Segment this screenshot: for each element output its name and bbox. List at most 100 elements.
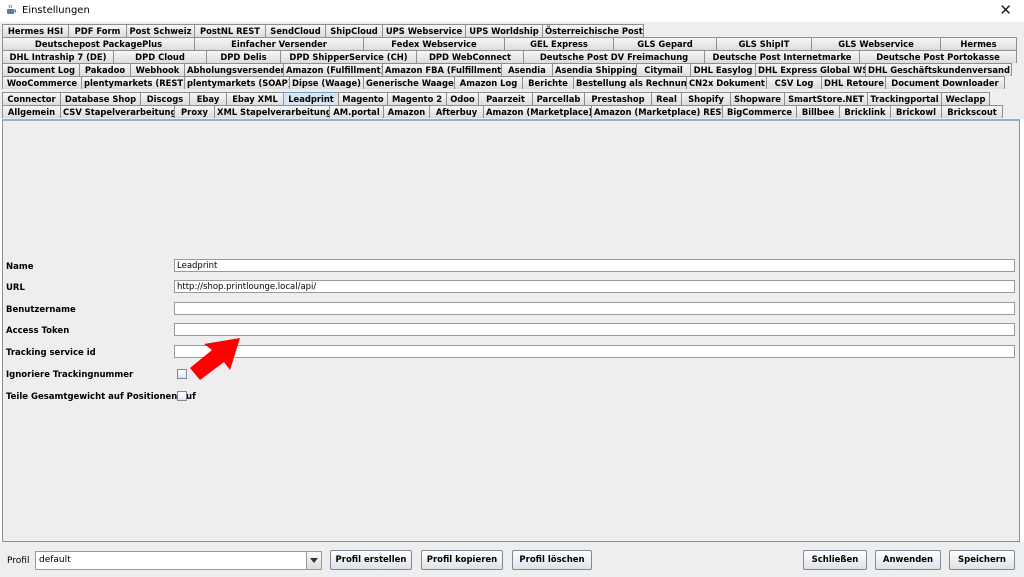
tab-deutsche-post-dv-freimachung[interactable]: Deutsche Post DV Freimachung: [523, 50, 705, 63]
red-arrow-annotation: [190, 338, 240, 380]
tab-dipse-waage[interactable]: Dipse (Waage): [289, 76, 364, 89]
tab-gel-express[interactable]: GEL Express: [504, 37, 614, 50]
tab-xml-stapelverarbeitung[interactable]: XML Stapelverarbeitung: [214, 105, 330, 118]
tab-am-portal[interactable]: AM.portal: [329, 105, 384, 118]
tab-dhl-express-global-ws[interactable]: DHL Express Global WS: [755, 63, 866, 76]
speichern-button[interactable]: Speichern: [949, 550, 1015, 570]
url-input[interactable]: [174, 280, 1015, 293]
tab-allgemein[interactable]: Allgemein: [2, 105, 61, 118]
benutzername-input[interactable]: [174, 302, 1015, 315]
tab-ups-webservice[interactable]: UPS Webservice: [382, 24, 466, 37]
tab-berichte[interactable]: Berichte: [522, 76, 574, 89]
profil-label: Profil: [7, 556, 30, 566]
tab-paarzeit[interactable]: Paarzeit: [478, 92, 533, 105]
tab-prestashop[interactable]: Prestashop: [584, 92, 652, 105]
tab-proxy[interactable]: Proxy: [174, 105, 215, 118]
tab-deutsche-post-portokasse[interactable]: Deutsche Post Portokasse: [859, 50, 1017, 63]
tab-dhl-retoure[interactable]: DHL Retoure: [821, 76, 886, 89]
tab-odoo[interactable]: Odoo: [446, 92, 479, 105]
tab-bricklink[interactable]: Bricklink: [839, 105, 891, 118]
tab-deutschepost-packageplus[interactable]: Deutschepost PackagePlus: [2, 37, 195, 50]
tab-magento[interactable]: Magento: [338, 92, 388, 105]
tab-asendia-shipping[interactable]: Asendia Shipping: [552, 63, 637, 76]
tab-gls-shipit[interactable]: GLS ShipIT: [716, 37, 812, 50]
tab-oesterreichische-post[interactable]: Österreichische Post: [542, 24, 644, 37]
tab-ups-worldship[interactable]: UPS Worldship: [465, 24, 543, 37]
tab-ebay-xml[interactable]: Ebay XML: [226, 92, 284, 105]
tab-abholungsversender[interactable]: Abholungsversender: [184, 63, 284, 76]
tab-magento-2[interactable]: Magento 2: [387, 92, 447, 105]
tab-webhook[interactable]: Webhook: [130, 63, 185, 76]
chevron-down-icon[interactable]: [306, 552, 321, 569]
tab-amazon-marketplace[interactable]: Amazon (Marketplace): [483, 105, 592, 118]
tab-brickowl[interactable]: Brickowl: [890, 105, 942, 118]
tab-database-shop[interactable]: Database Shop: [60, 92, 141, 105]
tab-fedex-webservice[interactable]: Fedex Webservice: [363, 37, 505, 50]
tab-dpd-webconnect[interactable]: DPD WebConnect: [416, 50, 524, 63]
tab-ebay[interactable]: Ebay: [189, 92, 227, 105]
tab-dhl-easylog[interactable]: DHL Easylog: [690, 63, 756, 76]
tab-shopify[interactable]: Shopify: [681, 92, 731, 105]
tab-document-downloader[interactable]: Document Downloader: [885, 76, 1005, 89]
tab-row-5: WooCommerce plentymarkets (REST) plentym…: [2, 76, 1005, 89]
tab-amazon-fulfillment[interactable]: Amazon (Fulfillment): [283, 63, 383, 76]
tab-afterbuy[interactable]: Afterbuy: [429, 105, 484, 118]
tab-amazon-fba-fulfillment[interactable]: Amazon FBA (Fulfillment): [382, 63, 502, 76]
name-input[interactable]: [174, 259, 1015, 272]
tab-shipcloud[interactable]: ShipCloud: [325, 24, 383, 37]
tab-gls-webservice[interactable]: GLS Webservice: [811, 37, 941, 50]
profil-kopieren-button[interactable]: Profil kopieren: [421, 550, 503, 570]
tab-hermes[interactable]: Hermes: [940, 37, 1017, 50]
tab-dpd-shipperservice[interactable]: DPD ShipperService (CH): [280, 50, 417, 63]
tab-parcellab[interactable]: Parcellab: [532, 92, 585, 105]
benutzername-label: Benutzername: [6, 305, 76, 315]
tab-citymail[interactable]: Citymail: [636, 63, 691, 76]
tab-amazon-log[interactable]: Amazon Log: [454, 76, 523, 89]
tab-dhl-geschaeftskundenversand[interactable]: DHL Geschäftskundenversand: [865, 63, 1012, 76]
tab-postnl-rest[interactable]: PostNL REST: [194, 24, 266, 37]
schliessen-button[interactable]: Schließen: [803, 550, 867, 570]
tab-amazon-marketplace-rest[interactable]: Amazon (Marketplace) REST: [591, 105, 723, 118]
tab-woocommerce[interactable]: WooCommerce: [2, 76, 82, 89]
tab-dpd-delis[interactable]: DPD Delis: [206, 50, 281, 63]
tab-einfacher-versender[interactable]: Einfacher Versender: [194, 37, 364, 50]
tab-plentymarkets-rest[interactable]: plentymarkets (REST): [81, 76, 185, 89]
tab-discogs[interactable]: Discogs: [140, 92, 190, 105]
tab-dhl-intraship[interactable]: DHL Intraship 7 (DE): [2, 50, 114, 63]
teile-gesamtgewicht-checkbox[interactable]: [177, 391, 187, 401]
tab-weclapp[interactable]: Weclapp: [941, 92, 990, 105]
tab-connector[interactable]: Connector: [2, 92, 61, 105]
tab-leadprint[interactable]: Leadprint: [283, 92, 339, 105]
profil-select[interactable]: default: [35, 551, 322, 570]
tab-smartstore-net[interactable]: SmartStore.NET: [784, 92, 868, 105]
tracking-service-id-input[interactable]: [174, 345, 1015, 358]
tab-generische-waage[interactable]: Generische Waage: [363, 76, 455, 89]
tab-gls-gepard[interactable]: GLS Gepard: [613, 37, 717, 50]
profil-loeschen-button[interactable]: Profil löschen: [512, 550, 592, 570]
tab-csv-stapelverarbeitung[interactable]: CSV Stapelverarbeitung: [60, 105, 175, 118]
tab-cn2x-dokument[interactable]: CN2x Dokument: [686, 76, 767, 89]
tab-shopware[interactable]: Shopware: [730, 92, 785, 105]
tab-brickscout[interactable]: Brickscout: [941, 105, 1003, 118]
tab-sendcloud[interactable]: SendCloud: [265, 24, 326, 37]
tab-csv-log[interactable]: CSV Log: [766, 76, 822, 89]
tab-document-log[interactable]: Document Log: [2, 63, 80, 76]
tab-amazon[interactable]: Amazon: [383, 105, 430, 118]
tab-hermes-hsi[interactable]: Hermes HSI: [2, 24, 69, 37]
tab-bigcommerce[interactable]: BigCommerce: [722, 105, 797, 118]
tab-asendia[interactable]: Asendia: [501, 63, 553, 76]
close-icon[interactable]: ✕: [999, 1, 1012, 19]
tab-dpd-cloud[interactable]: DPD Cloud: [113, 50, 207, 63]
tab-billbee[interactable]: Billbee: [796, 105, 840, 118]
tab-bestellung-als-rechnung[interactable]: Bestellung als Rechnung: [573, 76, 687, 89]
tab-post-schweiz[interactable]: Post Schweiz: [126, 24, 195, 37]
anwenden-button[interactable]: Anwenden: [875, 550, 941, 570]
tab-pakadoo[interactable]: Pakadoo: [79, 63, 131, 76]
profil-erstellen-button[interactable]: Profil erstellen: [330, 550, 412, 570]
access-token-input[interactable]: [174, 323, 1015, 336]
tab-trackingportal[interactable]: Trackingportal: [867, 92, 942, 105]
tab-plentymarkets-soap[interactable]: plentymarkets (SOAP): [184, 76, 290, 89]
tab-deutsche-post-internetmarke[interactable]: Deutsche Post Internetmarke: [704, 50, 860, 63]
tab-real[interactable]: Real: [651, 92, 682, 105]
tab-pdf-form[interactable]: PDF Form: [68, 24, 127, 37]
